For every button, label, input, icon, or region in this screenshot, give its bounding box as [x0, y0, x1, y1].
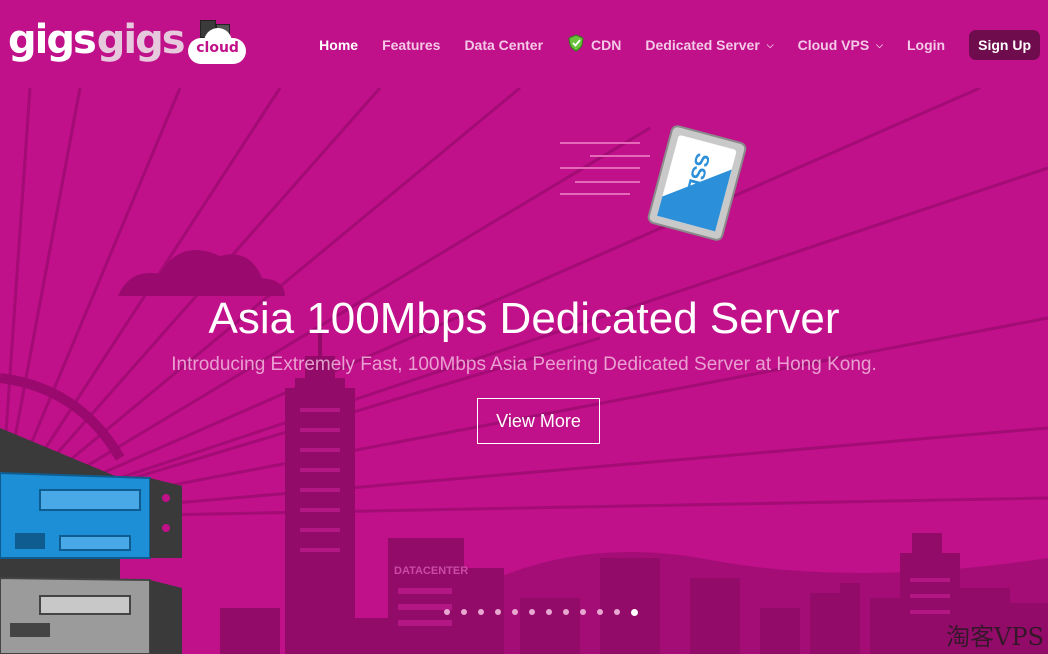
slider-dot[interactable]: [546, 609, 552, 615]
site-logo[interactable]: gigs gigs cloud: [8, 18, 250, 68]
nav-dedicated-server-label: Dedicated Server: [645, 37, 760, 53]
site-header: gigs gigs cloud Home Features Data Cente…: [0, 0, 1048, 88]
chevron-down-icon: ⌵: [876, 39, 883, 50]
slider-pagination: [444, 609, 649, 616]
nav-cloud-vps[interactable]: Cloud VPS ⌵: [798, 37, 883, 53]
nav-cloud-vps-label: Cloud VPS: [797, 37, 870, 53]
slider-dot[interactable]: [614, 609, 620, 615]
slider-dot[interactable]: [580, 609, 586, 615]
view-more-button[interactable]: View More: [477, 398, 600, 444]
nav-data-center-label: Data Center: [464, 37, 544, 53]
slider-dot[interactable]: [512, 609, 518, 615]
slider-dot[interactable]: [461, 609, 467, 615]
nav-login-label: Login: [907, 37, 946, 53]
nav-login[interactable]: Login: [907, 37, 945, 53]
slider-dot[interactable]: [478, 609, 484, 615]
signup-button[interactable]: Sign Up: [969, 30, 1040, 60]
hero-title: Asia 100Mbps Dedicated Server: [208, 294, 840, 343]
slider-dot[interactable]: [597, 609, 603, 615]
slider-dot[interactable]: [563, 609, 569, 615]
slider-dot[interactable]: [529, 609, 535, 615]
nav-cdn-label: CDN: [591, 37, 622, 53]
nav-home-label: Home: [319, 37, 359, 53]
logo-text-gigs-2: gigs: [96, 17, 186, 63]
logo-text-gigs-1: gigs: [8, 17, 97, 63]
datacenter-label: DATACENTER: [394, 565, 468, 577]
nav-home[interactable]: Home: [319, 37, 358, 53]
ssd-illustration: SSD: [647, 125, 747, 241]
cloud-logo-icon: cloud: [186, 18, 250, 66]
chevron-down-icon: ⌵: [766, 39, 774, 50]
shield-icon: [568, 34, 584, 52]
hero-slider: SSD DATACENTER Asia 100Mbps Dedicated Se…: [0, 88, 1048, 654]
nav-features[interactable]: Features: [382, 37, 440, 53]
watermark-text: 淘客VPS: [946, 623, 1044, 651]
slider-dot[interactable]: [444, 609, 450, 615]
slider-dot-active[interactable]: [631, 609, 638, 616]
slider-dot[interactable]: [495, 609, 501, 615]
nav-features-label: Features: [382, 37, 441, 53]
hero-subtitle: Introducing Extremely Fast, 100Mbps Asia…: [171, 354, 877, 375]
nav-data-center[interactable]: Data Center: [464, 37, 543, 53]
nav-cdn[interactable]: CDN: [567, 34, 622, 54]
main-nav: Home Features Data Center CDN Dedicated …: [295, 30, 1040, 60]
nav-dedicated-server[interactable]: Dedicated Server ⌵: [645, 37, 773, 53]
logo-badge-text: cloud: [196, 40, 239, 56]
